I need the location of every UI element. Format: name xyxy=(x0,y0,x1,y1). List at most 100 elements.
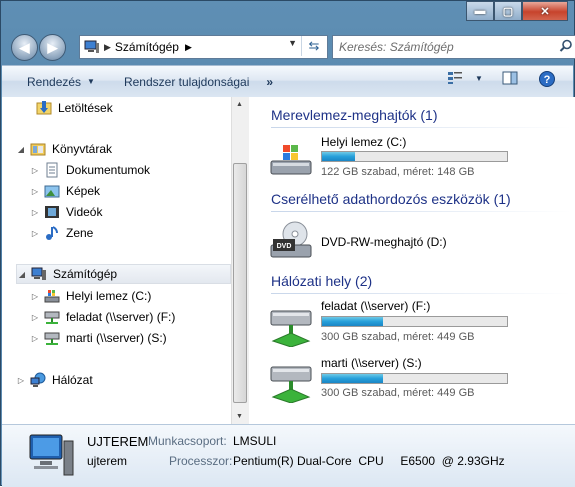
details-pane: UJTEREM Munkacsoport: LMSULI ujterem Pro… xyxy=(2,424,575,487)
forward-button[interactable]: ▶ xyxy=(39,34,66,61)
videos-icon xyxy=(45,206,59,218)
drive-name: marti (\\server) (S:) xyxy=(321,356,422,370)
search-icon[interactable] xyxy=(559,39,573,53)
scroll-up-icon[interactable]: ▲ xyxy=(236,101,243,108)
navigation-scrollbar[interactable]: ▲ ▼ xyxy=(231,97,249,424)
views-icon xyxy=(448,72,462,84)
scrollbar-thumb[interactable] xyxy=(233,163,247,403)
local-disk-icon xyxy=(44,290,60,303)
drive-info: 300 GB szabad, méret: 449 GB xyxy=(321,331,475,343)
expand-icon[interactable]: ▷ xyxy=(30,187,40,196)
nav-item-label: Számítógép xyxy=(53,267,118,281)
processor-value: Pentium(R) Dual-Core CPU E6500 @ 2.93GHz xyxy=(233,454,505,468)
organize-menu[interactable]: Rendezés ▼ xyxy=(27,75,95,89)
downloads-folder-icon xyxy=(36,101,52,115)
nav-item-marti[interactable]: ▷ marti (\\server) (S:) xyxy=(30,328,167,348)
system-properties-button[interactable]: Rendszer tulajdonságai xyxy=(124,75,249,89)
views-button[interactable]: ▼ xyxy=(447,71,483,85)
collapse-icon[interactable]: ◢ xyxy=(17,270,27,279)
drive-name: feladat (\\server) (F:) xyxy=(321,299,431,313)
search-input[interactable]: Keresés: Számítógép xyxy=(332,35,575,59)
help-button[interactable]: ? xyxy=(539,71,555,87)
user-name: ujterem xyxy=(87,454,128,468)
group-header-hdd[interactable]: Merevlemez-meghajtók (1) xyxy=(271,107,438,123)
nav-item-feladat[interactable]: ▷ feladat (\\server) (F:) xyxy=(30,307,175,327)
expand-icon[interactable]: ▷ xyxy=(30,166,40,175)
group-header-removable[interactable]: Cserélhető adathordozós eszközök (1) xyxy=(271,191,511,207)
nav-item-network[interactable]: ▷ Hálózat xyxy=(16,370,93,390)
drive-item-s[interactable]: marti (\\server) (S:) 300 GB szabad, mér… xyxy=(269,355,569,405)
group-divider xyxy=(271,127,571,128)
nav-item-label: Képek xyxy=(66,184,101,198)
address-bar[interactable]: ▶ Számítógép ▶ ▼ xyxy=(79,35,328,59)
group-header-network[interactable]: Hálózati hely (2) xyxy=(271,273,372,289)
drive-usage-fill xyxy=(322,152,356,161)
nav-item-label: Hálózat xyxy=(52,373,93,387)
breadcrumb-chevron-icon[interactable]: ▶ xyxy=(104,42,111,53)
expand-icon[interactable]: ▷ xyxy=(30,208,40,217)
drive-usage-bar xyxy=(321,151,508,162)
scroll-down-icon[interactable]: ▼ xyxy=(236,413,243,420)
local-disk-icon xyxy=(270,145,312,175)
content-pane: Merevlemez-meghajtók (1) Helyi lemez (C:… xyxy=(249,97,575,424)
caption-buttons: ▬ ▢ ✕ xyxy=(466,1,568,21)
close-button[interactable]: ✕ xyxy=(522,1,568,21)
workgroup-value: LMSULI xyxy=(233,434,277,448)
nav-item-videos[interactable]: ▷ Videók xyxy=(30,202,103,222)
drive-item-f[interactable]: feladat (\\server) (F:) 300 GB szabad, m… xyxy=(269,299,569,349)
nav-item-downloads[interactable]: Letöltések xyxy=(32,98,113,118)
breadcrumb-location[interactable]: Számítógép xyxy=(115,40,179,54)
nav-item-label: Letöltések xyxy=(58,101,113,115)
more-commands-button[interactable]: » xyxy=(266,75,273,89)
chevron-down-icon: ▼ xyxy=(87,77,95,86)
address-dropdown-icon[interactable]: ▼ xyxy=(288,38,297,48)
help-icon: ? xyxy=(539,71,555,87)
drive-item-d[interactable]: DVD DVD-RW-meghajtó (D:) xyxy=(269,215,569,261)
collapse-icon[interactable]: ◢ xyxy=(16,145,26,154)
drive-name: Helyi lemez (C:) xyxy=(321,135,407,149)
preview-pane-button[interactable] xyxy=(502,71,518,85)
nav-item-computer[interactable]: ◢ Számítógép xyxy=(16,264,231,284)
drive-name: DVD-RW-meghajtó (D:) xyxy=(321,235,447,249)
expand-icon[interactable]: ▷ xyxy=(30,292,40,301)
nav-item-libraries[interactable]: ◢ Könyvtárak xyxy=(16,139,112,159)
nav-item-label: feladat (\\server) (F:) xyxy=(66,310,176,324)
organize-label: Rendezés xyxy=(27,74,82,89)
nav-item-label: Videók xyxy=(66,205,103,219)
drive-usage-fill xyxy=(322,317,384,326)
drive-info: 122 GB szabad, méret: 148 GB xyxy=(321,166,475,178)
nav-item-local-disk[interactable]: ▷ Helyi lemez (C:) xyxy=(30,286,151,306)
refresh-button[interactable]: ⇆ xyxy=(301,36,326,56)
close-icon: ✕ xyxy=(540,5,550,18)
minimize-button[interactable]: ▬ xyxy=(466,1,494,21)
svg-text:DVD: DVD xyxy=(277,243,292,250)
expand-icon[interactable]: ▷ xyxy=(30,229,40,238)
expand-icon[interactable]: ▷ xyxy=(30,334,40,343)
preview-pane-icon xyxy=(502,71,518,85)
processor-label: Processzor: xyxy=(169,454,233,468)
nav-item-music[interactable]: ▷ Zene xyxy=(30,223,93,243)
nav-item-documents[interactable]: ▷ Dokumentumok xyxy=(30,160,150,180)
libraries-icon xyxy=(30,143,46,156)
expand-icon[interactable]: ▷ xyxy=(30,313,40,322)
computer-icon xyxy=(31,267,46,280)
group-divider xyxy=(271,293,571,294)
command-bar: Rendezés ▼ Rendszer tulajdonságai » ▼ ? xyxy=(2,65,573,98)
expand-icon[interactable]: ▷ xyxy=(16,376,26,385)
drive-usage-bar xyxy=(321,373,508,384)
nav-item-label: Zene xyxy=(66,226,94,240)
chevron-down-icon: ▼ xyxy=(475,73,483,83)
network-drive-icon xyxy=(270,366,312,403)
maximize-button[interactable]: ▢ xyxy=(494,1,522,21)
computer-icon xyxy=(29,434,74,476)
back-button[interactable]: ◀ xyxy=(11,34,38,61)
back-arrow-icon: ◀ xyxy=(19,39,30,55)
navigation-bar: ◀ ▶ ▶ Számítógép ▶ ▼ ⇆ Keresés: Számítóg… xyxy=(9,32,575,62)
workgroup-label: Munkacsoport: xyxy=(148,434,227,448)
breadcrumb-chevron-icon[interactable]: ▶ xyxy=(185,42,192,53)
drive-item-c[interactable]: Helyi lemez (C:) 122 GB szabad, méret: 1… xyxy=(269,133,569,183)
pictures-icon xyxy=(44,185,60,198)
nav-item-pictures[interactable]: ▷ Képek xyxy=(30,181,100,201)
explorer-window: ▬ ▢ ✕ ◀ ▶ ▶ Számítógép ▶ ▼ ⇆ Keresés: Sz… xyxy=(0,0,575,487)
nav-item-label: Könyvtárak xyxy=(52,142,113,156)
